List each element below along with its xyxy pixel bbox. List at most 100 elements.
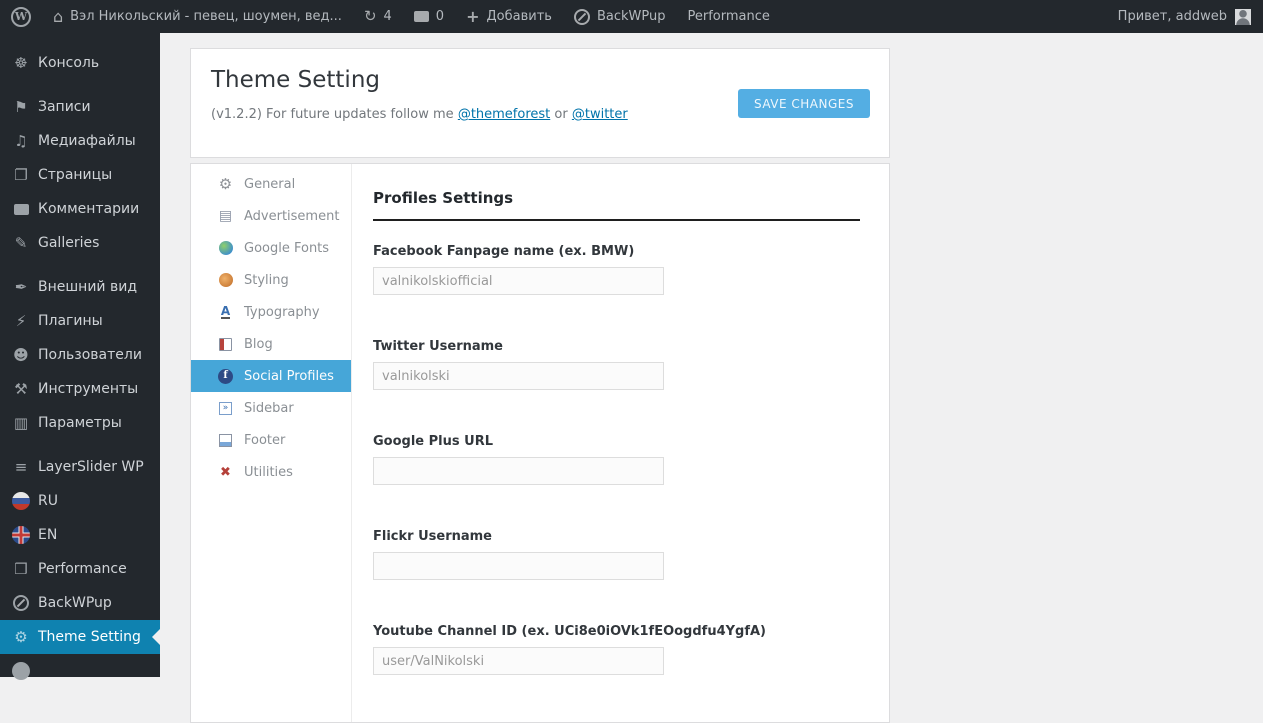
account-menu[interactable]: Привет, addweb bbox=[1118, 9, 1263, 25]
comments-icon bbox=[10, 204, 32, 215]
sidebar-item-tools[interactable]: ⚒ Инструменты bbox=[0, 372, 160, 406]
google-plus-url-input[interactable] bbox=[373, 457, 664, 485]
section-title: Profiles Settings bbox=[373, 164, 860, 221]
sidebar-item-label: RU bbox=[38, 493, 58, 509]
page-header-card: Theme Setting (v1.2.2) For future update… bbox=[190, 48, 890, 158]
sidebar-item-label: BackWPup bbox=[38, 595, 112, 611]
sidebar-item-users[interactable]: ☻ Пользователи bbox=[0, 338, 160, 372]
flickr-username-input[interactable] bbox=[373, 552, 664, 580]
page-title: Theme Setting bbox=[211, 67, 380, 93]
pushpin-icon: ⚑ bbox=[10, 100, 32, 115]
sidebar-item-media[interactable]: ♫ Медиафайлы bbox=[0, 124, 160, 158]
youtube-channel-label: Youtube Channel ID (ex. UCi8e0iOVk1fEOog… bbox=[373, 624, 860, 639]
settings-tabs: ⚙ General ▤ Advertisement Google Fonts S… bbox=[191, 164, 352, 722]
layers-icon: ≡ bbox=[10, 460, 32, 475]
tab-advertisement[interactable]: ▤ Advertisement bbox=[191, 200, 351, 232]
sidebar-item-label: Страницы bbox=[38, 167, 112, 183]
wordpress-menu[interactable]: W bbox=[0, 0, 42, 33]
performance-menu[interactable]: Performance bbox=[676, 0, 780, 33]
content-area: Theme Setting (v1.2.2) For future update… bbox=[160, 33, 1263, 677]
sidebar-item-label: Записи bbox=[38, 99, 91, 115]
globe-icon bbox=[216, 241, 235, 255]
sidebar-item-label: Внешний вид bbox=[38, 279, 137, 295]
youtube-channel-input[interactable] bbox=[373, 647, 664, 675]
field-group-flickr: Flickr Username bbox=[373, 529, 860, 580]
site-name: Вэл Никольский - певец, шоумен, вед... bbox=[70, 9, 342, 24]
sidebar-item-posts[interactable]: ⚑ Записи bbox=[0, 90, 160, 124]
comments-count: 0 bbox=[436, 9, 444, 24]
updates-indicator[interactable]: ↻ 4 bbox=[353, 0, 403, 33]
sidebar-item-dashboard[interactable]: ☸ Консоль bbox=[0, 46, 160, 80]
tab-label: Social Profiles bbox=[244, 369, 334, 384]
sidebar-item-performance[interactable]: ❒ Performance bbox=[0, 552, 160, 586]
sidebar-item-label: Параметры bbox=[38, 415, 122, 431]
tab-blog[interactable]: Blog bbox=[191, 328, 351, 360]
media-icon: ♫ bbox=[10, 134, 32, 149]
backwpup-menu[interactable]: BackWPup bbox=[563, 0, 677, 33]
sidebar-item-layerslider[interactable]: ≡ LayerSlider WP bbox=[0, 450, 160, 484]
backwpup-label: BackWPup bbox=[597, 9, 666, 24]
appearance-icon: ✒ bbox=[10, 280, 32, 295]
tab-social-profiles[interactable]: f Social Profiles bbox=[191, 360, 351, 392]
twitter-username-input[interactable] bbox=[373, 362, 664, 390]
google-plus-url-label: Google Plus URL bbox=[373, 434, 860, 449]
sidebar-item-en[interactable]: EN bbox=[0, 518, 160, 552]
typography-icon: A bbox=[216, 305, 235, 319]
sidebar-item-plugins[interactable]: ⚡ Плагины bbox=[0, 304, 160, 338]
sidebar-item-ru[interactable]: RU bbox=[0, 484, 160, 518]
sidebar-item-galleries[interactable]: ✎ Galleries bbox=[0, 226, 160, 260]
tab-footer[interactable]: Footer bbox=[191, 424, 351, 456]
tab-styling[interactable]: Styling bbox=[191, 264, 351, 296]
backwpup-icon bbox=[574, 9, 590, 25]
subtitle-text: (v1.2.2) For future updates follow me bbox=[211, 107, 458, 122]
sidebar-item-label: Плагины bbox=[38, 313, 103, 329]
sidebar-item-appearance[interactable]: ✒ Внешний вид bbox=[0, 270, 160, 304]
twitter-link[interactable]: @twitter bbox=[572, 107, 628, 122]
add-new-menu[interactable]: + Добавить bbox=[455, 0, 563, 33]
tab-general[interactable]: ⚙ General bbox=[191, 168, 351, 200]
tab-label: Styling bbox=[244, 273, 289, 288]
facebook-bubble-icon: f bbox=[216, 369, 235, 384]
sidebar-item-theme-setting[interactable]: ⚙ Theme Setting bbox=[0, 620, 160, 654]
tab-label: Sidebar bbox=[244, 401, 294, 416]
gear-icon: ⚙ bbox=[216, 177, 235, 192]
facebook-fanpage-input[interactable] bbox=[373, 267, 664, 295]
sidebar-item-pages[interactable]: ❐ Страницы bbox=[0, 158, 160, 192]
tab-label: Advertisement bbox=[244, 209, 339, 224]
sidebar-panel-icon: » bbox=[216, 402, 235, 415]
sidebar-item-backwpup[interactable]: BackWPup bbox=[0, 586, 160, 620]
tab-typography[interactable]: A Typography bbox=[191, 296, 351, 328]
themeforest-link[interactable]: @themeforest bbox=[458, 107, 550, 122]
sidebar-item-partial[interactable] bbox=[0, 654, 160, 688]
sidebar-item-label: Galleries bbox=[38, 235, 99, 251]
save-changes-button[interactable]: SAVE CHANGES bbox=[738, 89, 870, 118]
admin-sidebar: ☸ Консоль ⚑ Записи ♫ Медиафайлы ❐ Страни… bbox=[0, 33, 160, 677]
sidebar-item-settings[interactable]: ▥ Параметры bbox=[0, 406, 160, 440]
tab-google-fonts[interactable]: Google Fonts bbox=[191, 232, 351, 264]
footer-panel-icon bbox=[216, 434, 235, 447]
pages-icon: ❐ bbox=[10, 168, 32, 183]
sidebar-item-comments[interactable]: Комментарии bbox=[0, 192, 160, 226]
sidebar-item-label: Пользователи bbox=[38, 347, 142, 363]
flickr-username-label: Flickr Username bbox=[373, 529, 860, 544]
site-link[interactable]: ⌂ Вэл Никольский - певец, шоумен, вед... bbox=[42, 0, 353, 33]
performance-label: Performance bbox=[687, 9, 769, 24]
comments-indicator[interactable]: 0 bbox=[403, 0, 455, 33]
field-group-twitter: Twitter Username bbox=[373, 339, 860, 390]
greeting-text: Привет, addweb bbox=[1118, 9, 1227, 24]
updates-count: 4 bbox=[384, 9, 392, 24]
tab-sidebar[interactable]: » Sidebar bbox=[191, 392, 351, 424]
galleries-icon: ✎ bbox=[10, 236, 32, 251]
page-subtitle: (v1.2.2) For future updates follow me @t… bbox=[211, 107, 628, 122]
updates-icon: ↻ bbox=[364, 9, 377, 24]
sidebar-item-label: EN bbox=[38, 527, 57, 543]
sidebar-item-label: LayerSlider WP bbox=[38, 459, 144, 475]
tab-label: Utilities bbox=[244, 465, 293, 480]
settings-icon: ▥ bbox=[10, 416, 32, 431]
gear-icon: ⚙ bbox=[10, 630, 32, 645]
tab-utilities[interactable]: ✖ Utilities bbox=[191, 456, 351, 488]
home-icon: ⌂ bbox=[53, 9, 63, 25]
tools-icon: ⚒ bbox=[10, 382, 32, 397]
admin-bar: W ⌂ Вэл Никольский - певец, шоумен, вед.… bbox=[0, 0, 1263, 33]
sidebar-item-label: Консоль bbox=[38, 55, 99, 71]
